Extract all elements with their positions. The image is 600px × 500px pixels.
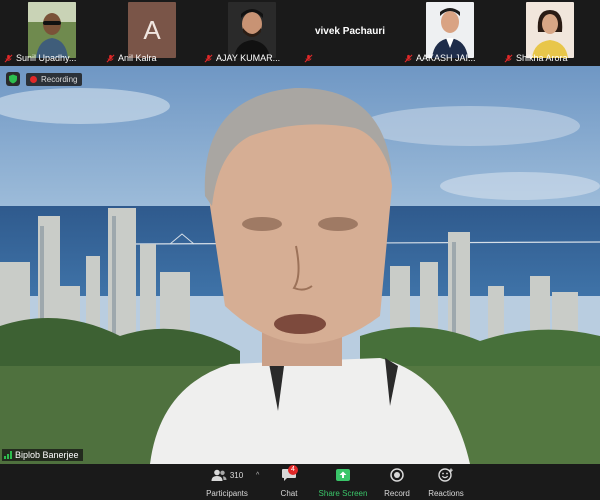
participant-name: AAKASH JAI...: [416, 53, 476, 63]
recording-dot-icon: [30, 76, 37, 83]
participant-name: Anil Kalra: [118, 53, 157, 63]
participant-label-6: Shikha Arora: [504, 53, 568, 63]
active-speaker-video: Recording Biplob Banerjee: [0, 66, 600, 464]
participants-count: 310: [229, 470, 244, 480]
active-speaker-label: Biplob Banerjee: [2, 449, 83, 461]
participant-name: Shikha Arora: [516, 53, 568, 63]
mic-muted-icon: [106, 54, 115, 62]
participant-video-5: [426, 2, 474, 58]
participant-name: AJAY KUMAR...: [216, 53, 281, 63]
participant-label-2: Anil Kalra: [106, 53, 157, 63]
record-icon: [390, 468, 404, 482]
participant-tile-4[interactable]: vivek Pachauri: [300, 0, 400, 66]
share-screen-label: Share Screen: [318, 489, 368, 498]
security-shield-icon[interactable]: [6, 72, 20, 86]
meeting-toolbar: 310 Participants ^ 4 Chat Share Screen R…: [0, 464, 600, 500]
participants-caret-icon[interactable]: ^: [256, 472, 259, 479]
recording-label: Recording: [41, 75, 78, 84]
chat-unread-badge: 4: [288, 465, 298, 475]
share-screen-icon: [336, 469, 350, 481]
participant-label-5: AAKASH JAI...: [404, 53, 476, 63]
participant-name: Sunil Upadhy...: [16, 53, 77, 63]
participant-label-4: [304, 54, 313, 63]
participant-name-only: vivek Pachauri: [314, 26, 386, 37]
share-screen-button[interactable]: Share Screen: [316, 466, 370, 500]
participant-video-1: [28, 2, 76, 58]
virtual-background-cityscape: [0, 66, 600, 464]
participant-tile-3[interactable]: AJAY KUMAR...: [200, 0, 300, 66]
mic-muted-icon: [4, 54, 13, 62]
participant-video-3: [228, 2, 276, 58]
participants-label: Participants: [206, 489, 248, 498]
record-button[interactable]: Record: [380, 466, 414, 500]
mic-muted-icon: [204, 54, 213, 62]
reactions-icon: [438, 468, 453, 482]
participant-tile-1[interactable]: Sunil Upadhy...: [0, 0, 100, 66]
reactions-label: Reactions: [428, 489, 464, 498]
chat-button[interactable]: 4 Chat: [272, 465, 306, 500]
participants-icon: [211, 469, 227, 481]
avatar-letter: A: [128, 2, 176, 58]
speaker-name: Biplob Banerjee: [15, 450, 79, 460]
participant-label-3: AJAY KUMAR...: [204, 53, 280, 63]
participant-video-6: [526, 2, 574, 58]
mic-muted-icon: [404, 54, 413, 62]
record-label: Record: [384, 489, 410, 498]
participant-strip: Sunil Upadhy... A Anil Kalra AJAY KUMAR.…: [0, 0, 600, 66]
participant-tile-5[interactable]: AAKASH JAI...: [400, 0, 500, 66]
participant-label-1: Sunil Upadhy...: [4, 53, 76, 63]
participant-avatar-2: A: [128, 2, 176, 58]
participants-button[interactable]: 310 Participants: [200, 466, 254, 500]
audio-level-icon: [4, 451, 12, 459]
mic-muted-icon: [304, 54, 313, 63]
participant-tile-2[interactable]: A Anil Kalra: [100, 0, 200, 66]
reactions-button[interactable]: Reactions: [426, 466, 466, 500]
mic-muted-icon: [504, 54, 513, 62]
chat-label: Chat: [280, 489, 298, 498]
recording-indicator: Recording: [26, 73, 83, 86]
participant-tile-6[interactable]: Shikha Arora: [500, 0, 600, 66]
